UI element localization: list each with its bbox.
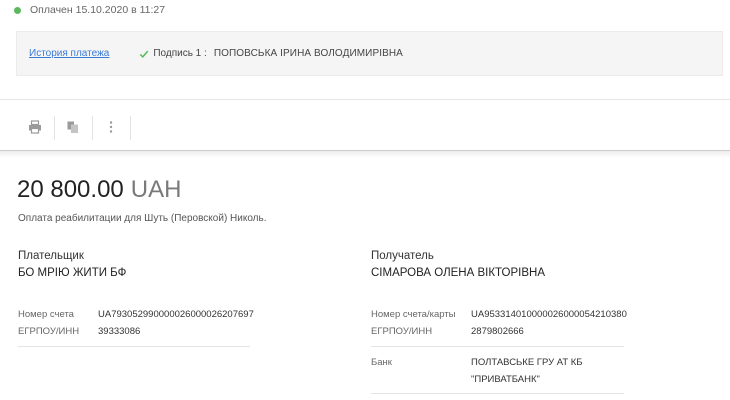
signature-name: ПОПОВСЬКА ІРИНА ВОЛОДИМИРІВНА [213,48,403,59]
copy-icon [67,121,78,133]
recipient-edrpou-label: ЕГРПОУ/ИНН [371,326,433,337]
toolbar-top-divider [0,99,730,100]
payer-heading: Плательщик [18,250,84,262]
more-options-button[interactable] [92,113,130,141]
recipient-bank-divider [371,393,624,394]
payer-account-value: UA793052990000026000026207697 [98,309,254,320]
payer-account-label: Номер счета [18,309,74,320]
payer-edrpou-value: 39333086 [98,326,141,337]
signature-label: Подпись 1 : [153,48,207,59]
check-icon [140,50,149,58]
recipient-block: Получатель СІМАРОВА ОЛЕНА ВІКТОРІВНА [371,250,545,279]
payment-amount: 20 800.00 UAH [17,176,181,204]
signature-info: Подпись 1 : ПОПОВСЬКА ІРИНА ВОЛОДИМИРІВН… [139,48,403,59]
more-vertical-icon [109,121,113,133]
printer-icon [29,120,41,134]
status-text: Оплачен 15.10.2020 в 11:27 [30,4,166,16]
recipient-account-value: UA953314010000026000054210380 [471,309,627,320]
payer-block: Плательщик БО МРІЮ ЖИТИ БФ [18,250,126,279]
action-toolbar [16,113,131,141]
payer-name: БО МРІЮ ЖИТИ БФ [18,267,127,279]
payment-history-link[interactable]: История платежа [29,48,109,59]
recipient-account-label: Номер счета/карты [371,309,456,320]
payer-divider [18,346,250,347]
payer-edrpou-label: ЕГРПОУ/ИНН [18,326,80,337]
recipient-heading: Получатель [371,250,434,262]
amount-value: 20 800.00 [17,176,124,203]
status-dot-icon [14,6,21,14]
recipient-edrpou-value: 2879802666 [471,326,524,337]
amount-currency: UAH [130,176,182,203]
details-shadow [0,150,730,158]
payment-purpose: Оплата реабилитации для Шуть (Перовской)… [18,213,267,224]
recipient-bank-line2: "ПРИВАТБАНК" [471,374,540,385]
copy-button[interactable] [54,113,92,141]
recipient-divider [371,346,624,347]
recipient-bank-line1: ПОЛТАВСЬКЕ ГРУ АТ КБ [471,357,583,368]
payment-info-box: История платежа Подпись 1 : ПОПОВСЬКА ІР… [16,31,723,76]
recipient-bank-label: Банк [371,357,392,368]
payment-status: Оплачен 15.10.2020 в 11:27 [14,3,165,17]
print-button[interactable] [16,113,54,141]
recipient-name: СІМАРОВА ОЛЕНА ВІКТОРІВНА [371,267,545,279]
